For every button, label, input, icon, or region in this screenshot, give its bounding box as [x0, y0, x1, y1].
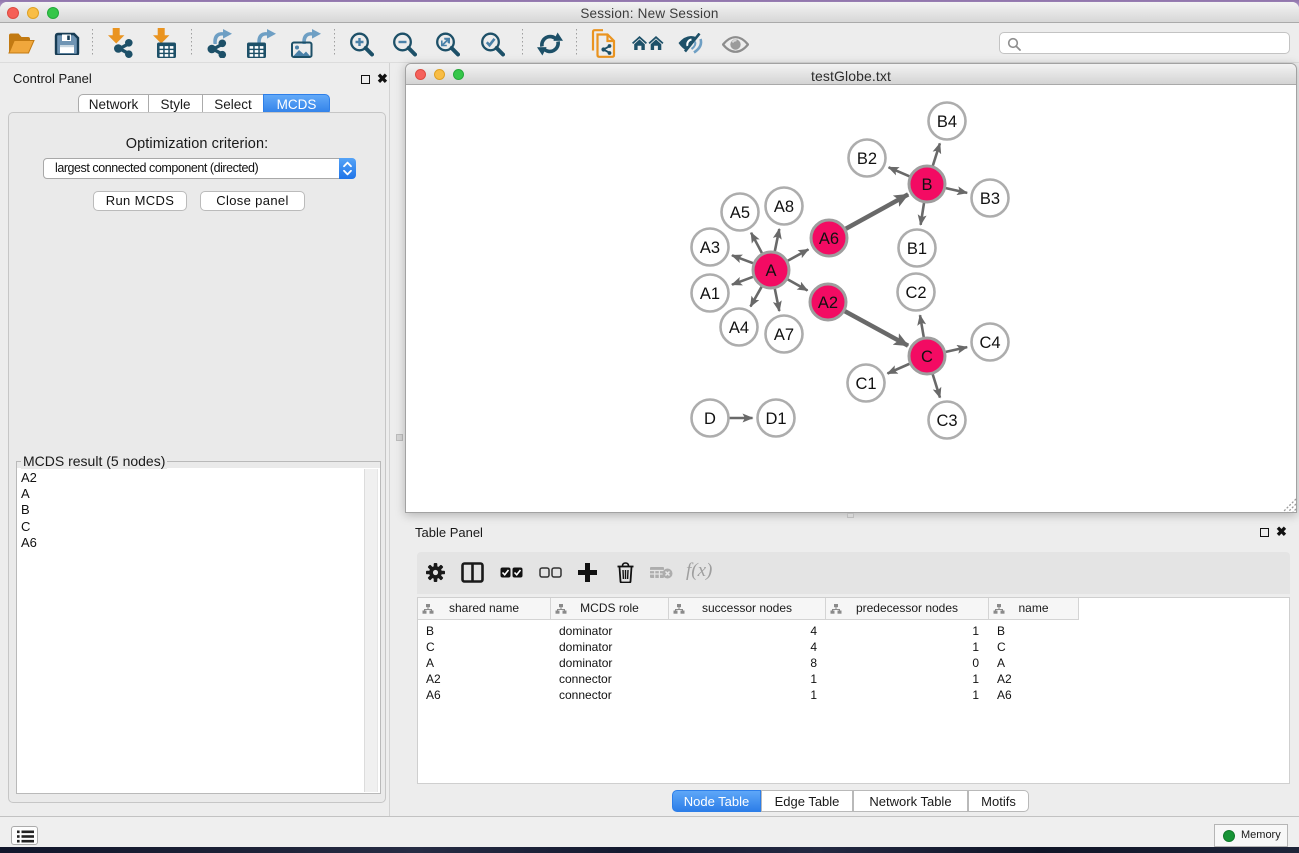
svg-text:A: A: [765, 262, 776, 280]
svg-text:C4: C4: [979, 334, 1000, 352]
svg-text:C1: C1: [855, 375, 876, 393]
svg-text:B3: B3: [980, 190, 1000, 208]
svg-text:D: D: [704, 410, 716, 428]
svg-text:B4: B4: [937, 113, 957, 131]
svg-text:A5: A5: [730, 204, 750, 222]
svg-text:A8: A8: [774, 198, 794, 216]
svg-text:A6: A6: [819, 230, 839, 248]
svg-text:B1: B1: [907, 240, 927, 258]
svg-text:D1: D1: [765, 410, 786, 428]
svg-text:A2: A2: [818, 294, 838, 312]
svg-text:B2: B2: [857, 150, 877, 168]
svg-text:C: C: [921, 348, 933, 366]
svg-text:C2: C2: [905, 284, 926, 302]
svg-text:A4: A4: [729, 319, 749, 337]
svg-text:B: B: [921, 176, 932, 194]
svg-text:C3: C3: [936, 412, 957, 430]
svg-text:A3: A3: [700, 239, 720, 257]
svg-text:A1: A1: [700, 285, 720, 303]
svg-text:A7: A7: [774, 326, 794, 344]
